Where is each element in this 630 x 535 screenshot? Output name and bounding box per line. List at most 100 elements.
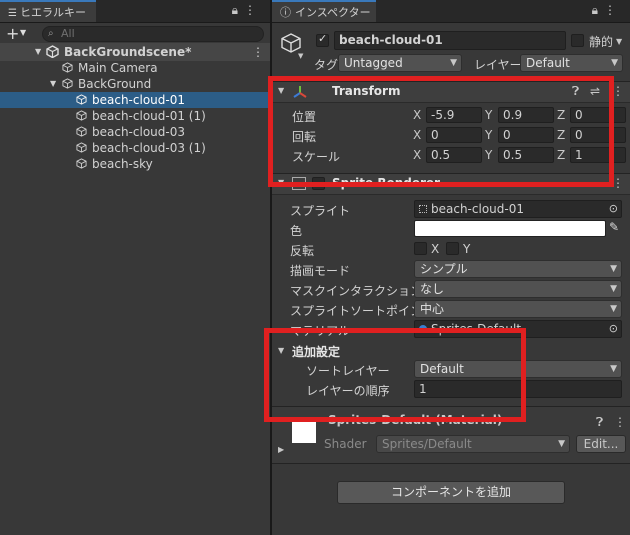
active-checkbox[interactable]: ✓ (316, 32, 329, 47)
tab-inspector[interactable]: ⓘ インスペクター (272, 0, 376, 22)
object-name-input[interactable]: beach-cloud-01 (334, 31, 566, 50)
tag-dropdown[interactable]: Untagged ▼ (338, 54, 462, 72)
cube-icon (76, 108, 91, 124)
chevron-down-icon: ▼ (610, 304, 617, 314)
static-label: 静的 (589, 35, 614, 49)
cube-icon (62, 76, 77, 92)
shader-label: Shader (324, 437, 367, 451)
draw-mode-dropdown[interactable]: シンプル ▼ (414, 260, 622, 278)
cube-icon (76, 140, 91, 156)
mask-interaction-dropdown[interactable]: なし ▼ (414, 280, 622, 298)
flip-y-checkbox[interactable] (446, 242, 459, 255)
list-item-selected[interactable]: beach-cloud-01 (0, 92, 270, 108)
flip-label: 反転 (290, 244, 315, 258)
item-label: beach-cloud-03 (92, 125, 185, 139)
list-item[interactable]: beach-sky (0, 156, 270, 172)
add-component-button[interactable]: コンポーネントを追加 (337, 481, 565, 504)
cube-icon (76, 156, 91, 172)
sprite-object-field[interactable]: beach-cloud-01 ⊙ (414, 200, 622, 218)
scene-name: BackGroundscene* (64, 45, 192, 59)
cube-icon (76, 92, 91, 108)
item-label: BackGround (78, 77, 152, 91)
help-icon[interactable]: ❓︎ (596, 415, 603, 430)
color-label: 色 (290, 224, 303, 238)
inspector-tab-icons: 🔒︎⋮ (592, 3, 622, 18)
hierarchy-panel: ☰ ヒエラルキー 🔒︎⋮ + ▼ ⌕ All ▼ BackGroundscene*… (0, 0, 270, 535)
hierarchy-list-icon: ☰ (8, 8, 17, 19)
chevron-down-icon: ▼ (558, 439, 565, 449)
expand-arrow-icon[interactable]: ▶ (278, 445, 284, 454)
object-picker-icon[interactable]: ⊙ (609, 201, 618, 217)
shader-value: Sprites/Default (382, 437, 472, 451)
static-checkbox[interactable] (571, 34, 584, 47)
item-label: beach-cloud-03 (1) (92, 141, 206, 155)
kebab-menu-icon[interactable]: ⋮ (252, 43, 264, 61)
inspector-panel: ⓘ インスペクター 🔒︎⋮ ▼ ✓ beach-cloud-01 静的 ▼ タグ … (264, 0, 630, 535)
object-name-value: beach-cloud-01 (339, 33, 443, 47)
mask-interaction-value: なし (420, 282, 445, 296)
hierarchy-tabbar: ☰ ヒエラルキー 🔒︎⋮ (0, 0, 270, 23)
expand-arrow-icon[interactable]: ▼ (50, 76, 56, 92)
color-swatch[interactable] (414, 220, 606, 237)
draw-mode-label: 描画モード (290, 264, 351, 278)
shader-edit-button[interactable]: Edit... (576, 435, 626, 453)
cube-icon (62, 60, 77, 76)
item-label: beach-sky (92, 157, 153, 171)
unity-scene-icon (46, 43, 59, 61)
sprite-value: beach-cloud-01 (431, 202, 524, 216)
tag-label: タグ (314, 58, 339, 72)
sort-point-value: 中心 (420, 302, 445, 316)
sort-point-label: スプライトソートポイント (290, 304, 435, 318)
tag-value: Untagged (344, 56, 403, 70)
sprite-asset-icon (419, 205, 427, 213)
list-item[interactable]: ▼ BackGround (0, 76, 270, 92)
info-icon: ⓘ (280, 6, 291, 19)
layer-value: Default (526, 56, 570, 70)
eyedropper-icon[interactable]: ✎ (609, 220, 619, 234)
flip-x-label: X (431, 242, 440, 256)
add-component-label: コンポーネントを追加 (390, 485, 511, 499)
draw-mode-value: シンプル (420, 262, 468, 276)
list-item[interactable]: beach-cloud-03 (0, 124, 270, 140)
chevron-down-icon: ▼ (450, 58, 457, 68)
expand-arrow-icon[interactable]: ▼ (35, 43, 41, 61)
edit-button-label: Edit... (583, 437, 619, 451)
shader-dropdown[interactable]: Sprites/Default ▼ (376, 435, 570, 453)
tab-hierarchy[interactable]: ☰ ヒエラルキー (0, 0, 96, 22)
kebab-menu-icon[interactable]: ⋮ (614, 415, 626, 429)
kebab-menu-icon[interactable]: ⋮ (604, 3, 622, 17)
create-plus-icon[interactable]: + (6, 24, 19, 43)
checkmark-icon: ✓ (318, 32, 328, 45)
layer-dropdown[interactable]: Default ▼ (520, 54, 623, 72)
sort-point-dropdown[interactable]: 中心 ▼ (414, 300, 622, 318)
mask-interaction-label: マスクインタラクション (290, 284, 423, 298)
static-dropdown-arrow[interactable]: ▼ (616, 37, 622, 46)
highlight-box-additional-settings (264, 328, 526, 422)
list-item[interactable]: beach-cloud-03 (1) (0, 140, 270, 156)
lock-icon[interactable]: 🔒︎ (232, 3, 244, 17)
list-item[interactable]: beach-cloud-01 (1) (0, 108, 270, 124)
item-label: Main Camera (78, 61, 158, 75)
item-label: beach-cloud-01 (92, 93, 185, 107)
inspector-tabbar: ⓘ インスペクター 🔒︎⋮ (272, 0, 630, 23)
inspector-tab-label: インスペクター (295, 6, 371, 19)
object-picker-icon[interactable]: ⊙ (609, 321, 618, 337)
search-input[interactable]: ⌕ All (42, 26, 264, 42)
item-label: beach-cloud-01 (1) (92, 109, 206, 123)
icon-dropdown-arrow[interactable]: ▼ (298, 52, 303, 60)
chevron-down-icon: ▼ (610, 364, 617, 374)
hierarchy-tab-icons: 🔒︎⋮ (232, 3, 262, 18)
flip-x-checkbox[interactable] (414, 242, 427, 255)
material-preview-swatch (292, 419, 316, 443)
scene-row[interactable]: ▼ BackGroundscene* ⋮ (0, 43, 270, 61)
list-item[interactable]: Main Camera (0, 60, 270, 76)
chevron-down-icon: ▼ (610, 264, 617, 274)
kebab-menu-icon[interactable]: ⋮ (244, 3, 262, 17)
layer-label: レイヤー (474, 58, 522, 72)
lock-icon[interactable]: 🔒︎ (592, 3, 604, 17)
chevron-down-icon[interactable]: ▼ (20, 28, 26, 37)
highlight-box-transform (268, 76, 614, 187)
chevron-down-icon: ▼ (610, 284, 617, 294)
chevron-down-icon: ▼ (611, 58, 618, 68)
flip-y-label: Y (463, 242, 471, 256)
